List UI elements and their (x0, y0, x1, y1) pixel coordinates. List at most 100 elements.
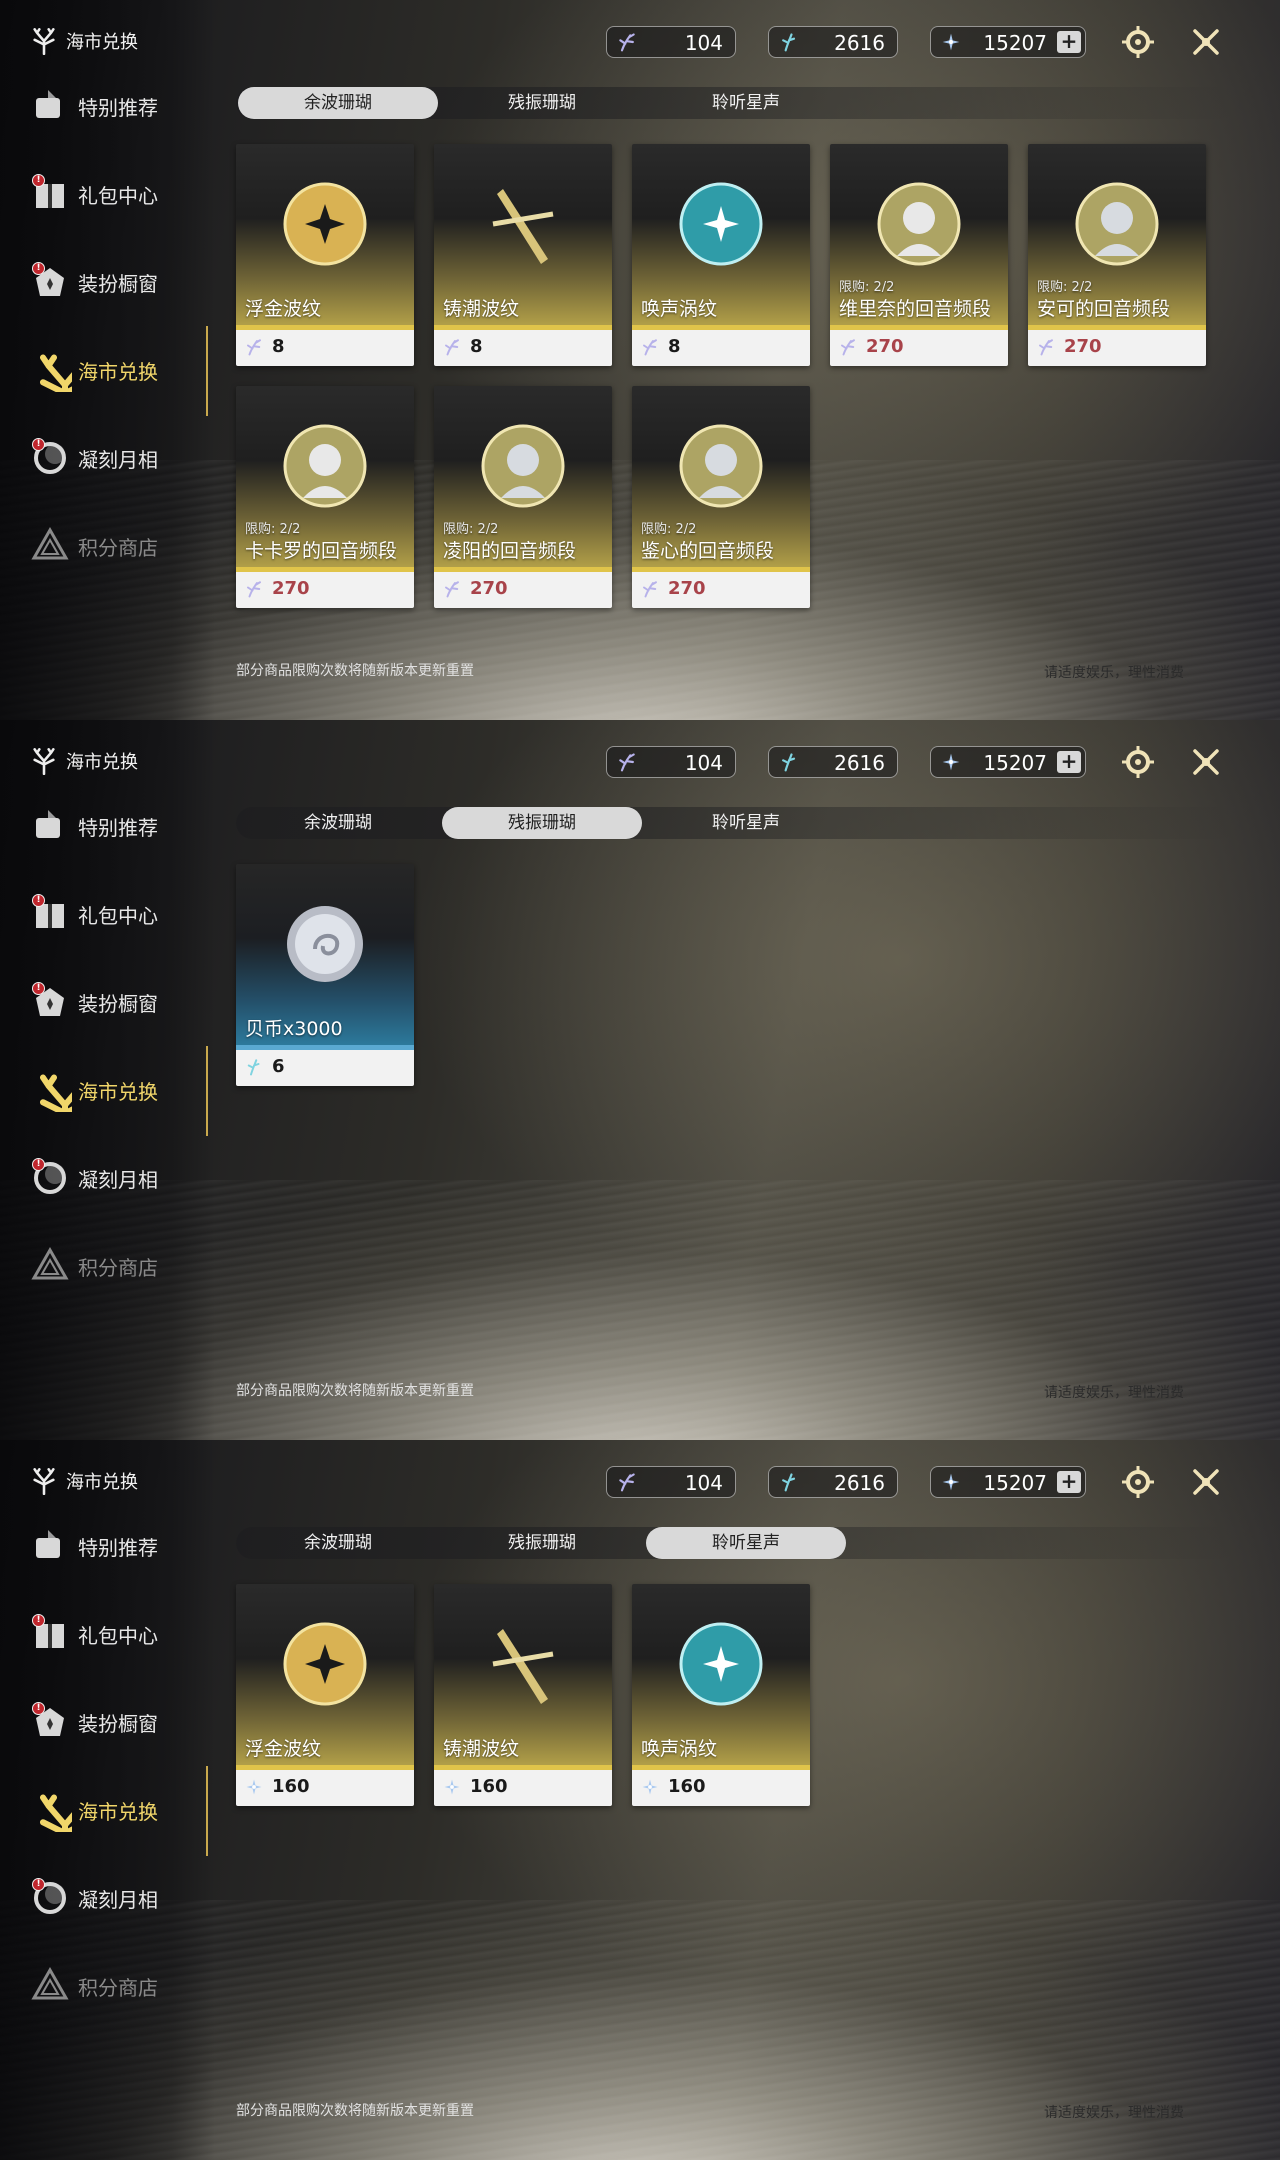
sidebar-item-2[interactable]: ! 装扮橱窗 (28, 978, 208, 1026)
notification-badge: ! (32, 982, 45, 995)
tab-2[interactable]: 聆听星声 (646, 1527, 846, 1559)
item-price: 160 (668, 1776, 706, 1797)
sidebar-item-5[interactable]: 积分商店 (28, 1242, 208, 1290)
item-image (1067, 174, 1167, 274)
shop-item-card[interactable]: 限购: 2/2 维里奈的回音频段 270 (830, 144, 1008, 366)
shop-panel: 海市兑换 104 2616 15207 + 特别推荐 ! 礼包中心 ! 装扮橱窗 (0, 720, 1280, 1440)
sidebar-item-0[interactable]: 特别推荐 (28, 802, 208, 850)
close-icon[interactable] (1186, 22, 1226, 62)
item-image (671, 1614, 771, 1714)
purchase-limit: 限购: 2/2 (1037, 280, 1093, 295)
item-price: 270 (866, 336, 904, 357)
sidebar-item-3[interactable]: 海市兑换 (28, 1066, 208, 1114)
sidebar-item-label: 特别推荐 (78, 1535, 158, 1560)
item-price: 6 (272, 1056, 285, 1077)
close-icon[interactable] (1186, 1462, 1226, 1502)
points-icon (28, 1964, 72, 2008)
tab-1[interactable]: 残振珊瑚 (442, 807, 642, 839)
sidebar-item-2[interactable]: ! 装扮橱窗 (28, 1698, 208, 1746)
tab-0[interactable]: 余波珊瑚 (238, 87, 438, 119)
currency-value: 104 (684, 751, 723, 775)
sidebar-item-label: 礼包中心 (78, 183, 158, 208)
shop-item-card[interactable]: 唤声涡纹 160 (632, 1584, 810, 1806)
shop-item-card[interactable]: 限购: 2/2 卡卡罗的回音频段 270 (236, 386, 414, 608)
tab-2[interactable]: 聆听星声 (646, 807, 846, 839)
sidebar-item-0[interactable]: 特别推荐 (28, 82, 208, 130)
notification-badge: ! (32, 1702, 45, 1715)
tab-0[interactable]: 余波珊瑚 (238, 1527, 438, 1559)
notification-badge: ! (32, 262, 45, 275)
tab-bar: 余波珊瑚 残振珊瑚 聆听星声 (236, 87, 1236, 119)
price-currency-icon (1037, 338, 1055, 356)
item-image (473, 416, 573, 516)
currency-3[interactable]: 15207 + (930, 746, 1086, 778)
shop-item-card[interactable]: 限购: 2/2 安可的回音频段 270 (1028, 144, 1206, 366)
price-currency-icon (641, 580, 659, 598)
sidebar-item-2[interactable]: ! 装扮橱窗 (28, 258, 208, 306)
notification-badge: ! (32, 1878, 45, 1891)
shop-item-card[interactable]: 浮金波纹 160 (236, 1584, 414, 1806)
outfit-icon: ! (28, 260, 72, 304)
coral-icon (30, 27, 58, 55)
tab-1[interactable]: 残振珊瑚 (442, 1527, 642, 1559)
sidebar-item-label: 特别推荐 (78, 815, 158, 840)
sidebar-item-1[interactable]: ! 礼包中心 (28, 170, 208, 218)
settings-gear-icon[interactable] (1118, 1462, 1158, 1502)
sidebar-item-5[interactable]: 积分商店 (28, 1962, 208, 2010)
currency-value: 15207 (983, 751, 1047, 775)
sidebar-item-3[interactable]: 海市兑换 (28, 346, 208, 394)
add-currency-button[interactable]: + (1057, 1471, 1081, 1493)
add-currency-button[interactable]: + (1057, 31, 1081, 53)
shop-item-card[interactable]: 贝币x3000 6 (236, 864, 414, 1086)
currency-2[interactable]: 2616 (768, 1466, 898, 1498)
star-shard-icon (941, 1472, 961, 1492)
currency-1[interactable]: 104 (606, 1466, 736, 1498)
sidebar-item-4[interactable]: ! 凝刻月相 (28, 434, 208, 482)
gift-icon: ! (28, 892, 72, 936)
lavender-coral-icon (617, 1472, 637, 1492)
sidebar-item-0[interactable]: 特别推荐 (28, 1522, 208, 1570)
tab-1[interactable]: 残振珊瑚 (442, 87, 642, 119)
purchase-limit: 限购: 2/2 (443, 522, 499, 537)
price-currency-icon (641, 1778, 659, 1796)
shop-item-card[interactable]: 铸潮波纹 8 (434, 144, 612, 366)
add-currency-button[interactable]: + (1057, 751, 1081, 773)
item-price: 160 (470, 1776, 508, 1797)
settings-gear-icon[interactable] (1118, 742, 1158, 782)
teal-coral-icon (779, 32, 799, 52)
item-name: 唤声涡纹 (641, 298, 718, 320)
currency-1[interactable]: 104 (606, 26, 736, 58)
sidebar-item-label: 凝刻月相 (78, 1887, 158, 1912)
currency-3[interactable]: 15207 + (930, 26, 1086, 58)
currency-3[interactable]: 15207 + (930, 1466, 1086, 1498)
item-price: 270 (272, 578, 310, 599)
price-currency-icon (245, 1058, 263, 1076)
settings-gear-icon[interactable] (1118, 22, 1158, 62)
item-name: 贝币x3000 (245, 1018, 343, 1040)
sidebar-item-5[interactable]: 积分商店 (28, 522, 208, 570)
shop-item-card[interactable]: 浮金波纹 8 (236, 144, 414, 366)
sidebar-item-1[interactable]: ! 礼包中心 (28, 1610, 208, 1658)
page-title: 海市兑换 (66, 32, 138, 53)
price-currency-icon (443, 338, 461, 356)
notification-badge: ! (32, 894, 45, 907)
notification-badge: ! (32, 1158, 45, 1171)
currency-2[interactable]: 2616 (768, 26, 898, 58)
tab-0[interactable]: 余波珊瑚 (238, 807, 438, 839)
shop-item-card[interactable]: 唤声涡纹 8 (632, 144, 810, 366)
currency-2[interactable]: 2616 (768, 746, 898, 778)
sidebar-item-label: 积分商店 (78, 1255, 158, 1280)
sidebar-item-3[interactable]: 海市兑换 (28, 1786, 208, 1834)
notification-badge: ! (32, 1614, 45, 1627)
item-image (275, 416, 375, 516)
sidebar-item-1[interactable]: ! 礼包中心 (28, 890, 208, 938)
shop-item-card[interactable]: 限购: 2/2 鉴心的回音频段 270 (632, 386, 810, 608)
teal-coral-icon (779, 1472, 799, 1492)
shop-item-card[interactable]: 限购: 2/2 凌阳的回音频段 270 (434, 386, 612, 608)
sidebar-item-4[interactable]: ! 凝刻月相 (28, 1154, 208, 1202)
shop-item-card[interactable]: 铸潮波纹 160 (434, 1584, 612, 1806)
currency-1[interactable]: 104 (606, 746, 736, 778)
sidebar-item-4[interactable]: ! 凝刻月相 (28, 1874, 208, 1922)
close-icon[interactable] (1186, 742, 1226, 782)
tab-2[interactable]: 聆听星声 (646, 87, 846, 119)
